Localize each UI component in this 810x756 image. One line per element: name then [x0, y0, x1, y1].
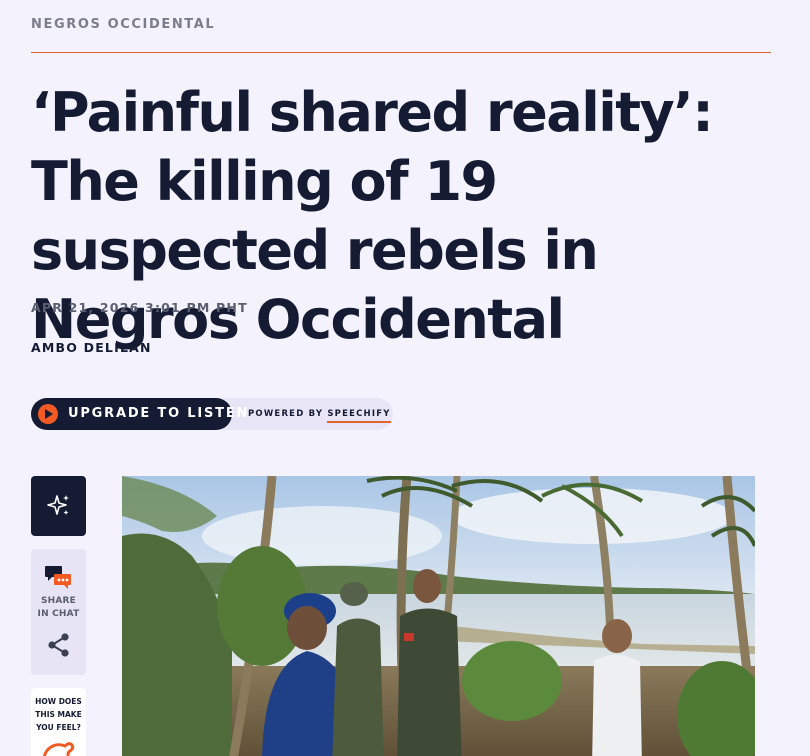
emoji-reaction-icon: [42, 742, 75, 756]
hero-photo-illustration: [122, 476, 755, 756]
share-chat-line1: SHARE: [40, 596, 77, 606]
powered-prefix: POWERED BY: [248, 409, 324, 419]
share-panel: SHARE IN CHAT: [31, 549, 86, 675]
sparkle-icon: [47, 495, 69, 515]
feel-line1: HOW DOES: [35, 697, 82, 706]
feel-line3: YOU FEEL?: [36, 723, 81, 732]
ai-summary-button[interactable]: [31, 476, 86, 536]
section-kicker[interactable]: NEGROS OCCIDENTAL: [31, 17, 215, 32]
mood-prompt: HOW DOES THIS MAKE YOU FEEL?: [31, 695, 86, 734]
author-name[interactable]: AMBO DELILAN: [31, 340, 152, 355]
publish-date: APR 21, 2026 3:01 PM PHT: [31, 300, 248, 315]
chat-bubble-icon[interactable]: [45, 564, 72, 590]
share-icon[interactable]: [47, 632, 71, 658]
mood-reaction-panel[interactable]: HOW DOES THIS MAKE YOU FEEL?: [31, 688, 86, 756]
share-chat-line2: IN CHAT: [37, 609, 80, 619]
play-icon: [38, 404, 58, 424]
article-hero-photo[interactable]: [122, 476, 755, 756]
feel-line2: THIS MAKE: [35, 710, 82, 719]
article-page: NEGROS OCCIDENTAL ‘Painful shared realit…: [0, 0, 810, 756]
share-in-chat-label[interactable]: SHARE IN CHAT: [31, 595, 86, 621]
listen-label: UPGRADE TO LISTEN: [68, 406, 250, 421]
powered-by-speechify[interactable]: POWERED BY SPEECHIFY: [248, 409, 391, 423]
speechify-brand: SPEECHIFY: [327, 409, 391, 423]
audio-player-bar: UPGRADE TO LISTEN POWERED BY SPEECHIFY: [31, 398, 393, 430]
upgrade-to-listen-button[interactable]: UPGRADE TO LISTEN: [31, 398, 247, 430]
kicker-divider: [31, 52, 771, 53]
